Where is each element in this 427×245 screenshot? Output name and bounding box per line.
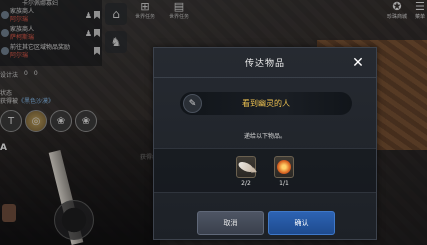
item-frame[interactable] bbox=[236, 156, 256, 178]
deliver-items-dialog: 传达物品 ✕ ✎ 看到幽灵的人 递给以下物品。 2/2 1/1 取消 确认 bbox=[153, 47, 377, 240]
deliver-instruction: 递给以下物品。 bbox=[243, 133, 286, 140]
feather-quill-icon: ✎ bbox=[183, 94, 202, 113]
cancel-button[interactable]: 取消 bbox=[197, 211, 264, 235]
flower-icon bbox=[277, 160, 291, 174]
quest-banner: ✎ 看到幽灵的人 bbox=[180, 92, 352, 115]
item-slot[interactable]: 1/1 bbox=[274, 156, 294, 187]
dialog-header: 传达物品 ✕ bbox=[154, 48, 376, 78]
confirm-button[interactable]: 确认 bbox=[268, 211, 335, 235]
item-frame[interactable] bbox=[274, 156, 294, 178]
item-slot[interactable]: 2/2 bbox=[236, 156, 256, 187]
item-count: 2/2 bbox=[241, 180, 251, 187]
dialog-title: 传达物品 bbox=[244, 59, 285, 69]
item-count: 1/1 bbox=[279, 180, 289, 187]
items-strip: 2/2 1/1 bbox=[154, 148, 376, 193]
quest-title: 看到幽灵的人 bbox=[242, 99, 290, 108]
fish-icon bbox=[237, 159, 255, 175]
close-button[interactable]: ✕ bbox=[350, 55, 366, 71]
